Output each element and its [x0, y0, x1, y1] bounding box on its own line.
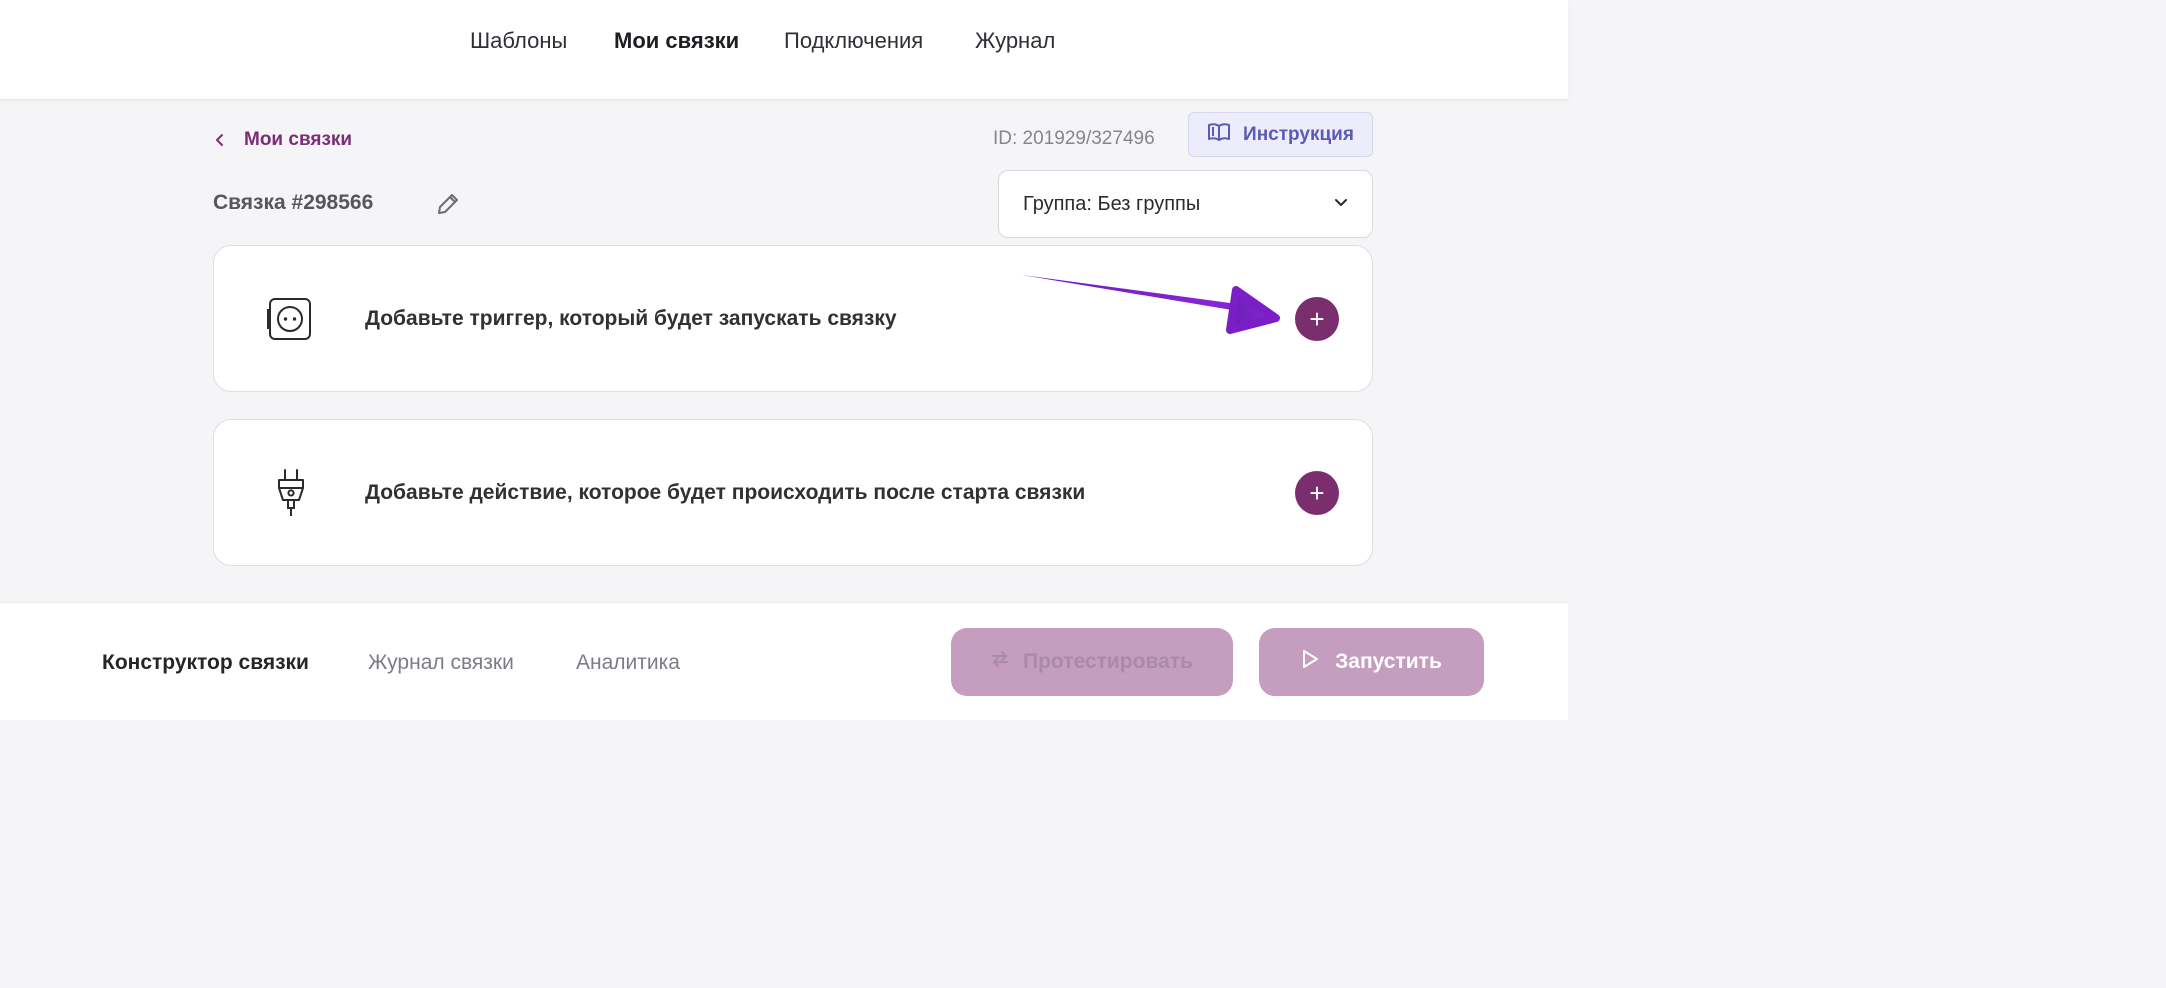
instruction-button-label: Инструкция: [1243, 123, 1354, 145]
nav-item-templates[interactable]: Шаблоны: [470, 28, 567, 54]
group-select[interactable]: Группа: Без группы: [998, 170, 1373, 238]
nav-item-connections[interactable]: Подключения: [784, 28, 923, 54]
test-button[interactable]: Протестировать: [951, 628, 1233, 696]
page-title: Связка #298566: [213, 191, 374, 214]
run-button-label: Запустить: [1335, 650, 1442, 673]
group-select-value: Группа: Без группы: [1023, 192, 1201, 215]
add-action-button[interactable]: +: [1295, 471, 1339, 515]
instruction-button[interactable]: Инструкция: [1188, 112, 1373, 157]
trigger-card-text: Добавьте триггер, который будет запускат…: [365, 307, 897, 330]
swap-arrows-icon: [991, 650, 1009, 674]
tab-constructor[interactable]: Конструктор связки: [102, 651, 309, 675]
nav-item-my-bundles[interactable]: Мои связки: [614, 28, 739, 54]
test-button-label: Протестировать: [1023, 650, 1193, 673]
socket-icon: [266, 296, 312, 347]
tab-analytics[interactable]: Аналитика: [576, 651, 680, 675]
tab-bundle-journal[interactable]: Журнал связки: [368, 651, 514, 675]
run-button[interactable]: Запустить: [1259, 628, 1484, 696]
nav-item-journal[interactable]: Журнал: [975, 28, 1055, 54]
pencil-icon: [435, 194, 461, 221]
bottom-bar: Конструктор связки Журнал связки Аналити…: [0, 602, 1568, 720]
play-icon: [1301, 649, 1319, 675]
bundle-id: ID: 201929/327496: [993, 128, 1155, 149]
plug-icon: [276, 468, 306, 523]
add-trigger-button[interactable]: +: [1295, 297, 1339, 341]
action-card-text: Добавьте действие, которое будет происхо…: [365, 481, 1086, 504]
edit-title-button[interactable]: [435, 191, 461, 222]
top-navigation: Шаблоны Мои связки Подключения Журнал: [0, 0, 1568, 100]
chevron-left-icon: [214, 133, 226, 147]
back-link-label: Мои связки: [244, 129, 353, 150]
action-card: Добавьте действие, которое будет происхо…: [213, 419, 1373, 566]
back-link[interactable]: Мои связки: [214, 126, 352, 154]
page: Шаблоны Мои связки Подключения Журнал Мо…: [0, 0, 1568, 720]
annotation-arrow-icon: [1022, 275, 1280, 334]
book-icon: [1207, 121, 1231, 149]
chevron-down-icon: [1334, 195, 1348, 213]
